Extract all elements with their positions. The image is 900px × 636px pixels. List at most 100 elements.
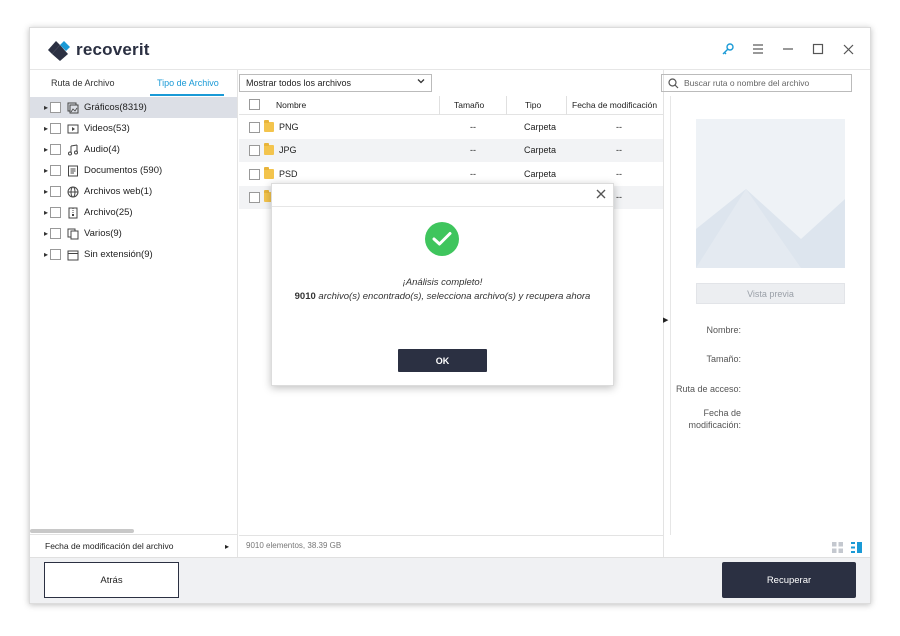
minimize-icon[interactable] [776, 38, 800, 60]
tree-item-label: Varios(9) [84, 228, 122, 239]
tree-item-sin-extension[interactable]: ▸ Sin extensión(9) [30, 244, 237, 265]
column-divider [506, 96, 507, 115]
folder-icon [264, 143, 274, 155]
recover-button[interactable]: Recuperar [722, 562, 856, 598]
back-button[interactable]: Atrás [44, 562, 179, 598]
close-icon[interactable] [596, 187, 606, 202]
chevron-right-icon[interactable]: ▸ [30, 103, 48, 112]
file-type-tree: ▸ Gráficos(8319) ▸ Videos(53) ▸ Audio(4)… [30, 97, 237, 265]
checkbox[interactable] [50, 228, 61, 239]
checkbox[interactable] [50, 165, 61, 176]
table-row[interactable]: JPG -- Carpeta -- [239, 139, 663, 162]
row-size: -- [470, 122, 476, 132]
sidebar-tabs: Ruta de Archivo Tipo de Archivo [30, 70, 238, 96]
row-checkbox[interactable] [249, 122, 260, 133]
tree-item-archivo[interactable]: ▸ Archivo(25) [30, 202, 237, 223]
row-date: -- [616, 122, 622, 132]
column-tipo[interactable]: Tipo [525, 100, 541, 110]
row-date: -- [616, 145, 622, 155]
collapse-arrow-icon[interactable]: ▶ [663, 316, 668, 324]
success-check-icon [425, 222, 459, 256]
tree-item-label: Archivos web(1) [84, 186, 153, 197]
checkbox[interactable] [50, 102, 61, 113]
table-header: Nombre Tamaño Tipo Fecha de modificación [239, 96, 663, 115]
meta-date-label: Fecha de modificación: [688, 408, 741, 430]
tree-item-label: Sin extensión(9) [84, 249, 153, 260]
row-name: JPG [279, 145, 297, 155]
maximize-icon[interactable] [806, 38, 830, 60]
column-tamano[interactable]: Tamaño [454, 100, 484, 110]
sidebar: Ruta de Archivo Tipo de Archivo ▸ Gráfic… [30, 70, 238, 557]
video-icon [67, 123, 79, 135]
preview-placeholder-image [696, 119, 845, 268]
chevron-right-icon[interactable]: ▸ [30, 229, 48, 238]
chevron-right-icon[interactable]: ▸ [30, 250, 48, 259]
archive-icon [67, 207, 79, 219]
select-all-checkbox[interactable] [249, 99, 260, 110]
active-tab-indicator [150, 94, 224, 96]
checkbox[interactable] [50, 186, 61, 197]
chevron-right-icon[interactable]: ▸ [30, 145, 48, 154]
column-divider [566, 96, 567, 115]
table-row[interactable]: PNG -- Carpeta -- [239, 116, 663, 139]
menu-icon[interactable] [746, 38, 770, 60]
row-name: PNG [279, 122, 299, 132]
search-placeholder: Buscar ruta o nombre del archivo [684, 78, 810, 88]
tree-item-label: Audio(4) [84, 144, 120, 155]
item-count: 9010 elementos, 38.39 GB [246, 541, 342, 550]
column-divider [439, 96, 440, 115]
file-filter-value: Mostrar todos los archivos [246, 78, 352, 88]
window-controls [716, 38, 860, 60]
dialog-message-text: archivo(s) encontrado(s), selecciona arc… [318, 291, 591, 302]
title-bar: recoverit [30, 28, 870, 70]
tree-item-graficos[interactable]: ▸ Gráficos(8319) [30, 97, 237, 118]
recoverit-logo-icon [46, 38, 72, 62]
view-mode-toggle [832, 540, 862, 558]
misc-files-icon [67, 228, 79, 240]
chevron-right-icon[interactable]: ▸ [30, 124, 48, 133]
row-size: -- [470, 145, 476, 155]
tree-item-videos[interactable]: ▸ Videos(53) [30, 118, 237, 139]
search-input[interactable]: Buscar ruta o nombre del archivo [661, 74, 852, 92]
preview-button[interactable]: Vista previa [696, 283, 845, 304]
tree-item-label: Documentos (590) [84, 165, 163, 176]
tree-item-documentos[interactable]: ▸ Documentos (590) [30, 160, 237, 181]
found-count: 9010 [294, 291, 316, 302]
preview-panel: ▶ Buscar ruta o nombre del archivo Vista… [661, 70, 870, 558]
sidebar-scrollbar[interactable] [30, 529, 134, 533]
meta-name-label: Nombre: [706, 325, 741, 335]
tree-item-label: Videos(53) [84, 123, 130, 134]
column-nombre[interactable]: Nombre [276, 100, 306, 110]
row-checkbox[interactable] [249, 145, 260, 156]
tree-item-archivos-web[interactable]: ▸ Archivos web(1) [30, 181, 237, 202]
checkbox[interactable] [50, 123, 61, 134]
list-view-icon[interactable] [851, 540, 862, 558]
tree-item-varios[interactable]: ▸ Varios(9) [30, 223, 237, 244]
row-checkbox[interactable] [249, 169, 260, 180]
grid-view-icon[interactable] [832, 540, 843, 558]
checkbox[interactable] [50, 207, 61, 218]
chevron-right-icon[interactable]: ▸ [30, 208, 48, 217]
close-icon[interactable] [836, 38, 860, 60]
column-fecha[interactable]: Fecha de modificación [572, 100, 657, 110]
file-filter-select[interactable]: Mostrar todos los archivos [239, 74, 432, 92]
dialog-message: 9010 archivo(s) encontrado(s), seleccion… [272, 291, 613, 302]
tab-tipo-de-archivo[interactable]: Tipo de Archivo [157, 78, 219, 88]
chevron-right-icon[interactable]: ▸ [30, 187, 48, 196]
checkbox[interactable] [50, 144, 61, 155]
ok-button[interactable]: OK [398, 349, 487, 372]
checkbox[interactable] [50, 249, 61, 260]
key-icon[interactable] [716, 38, 740, 60]
dialog-title: ¡Análisis completo! [402, 277, 483, 288]
date-filter-label: Fecha de modificación del archivo [45, 541, 174, 551]
date-filter-toggle[interactable]: Fecha de modificación del archivo ▸ [30, 534, 237, 557]
chevron-down-icon [417, 77, 425, 87]
chevron-right-icon: ▸ [224, 541, 229, 551]
row-type: Carpeta [524, 169, 557, 179]
row-checkbox[interactable] [249, 192, 260, 203]
tree-item-audio[interactable]: ▸ Audio(4) [30, 139, 237, 160]
tab-ruta-de-archivo[interactable]: Ruta de Archivo [51, 78, 115, 88]
chevron-right-icon[interactable]: ▸ [30, 166, 48, 175]
tree-item-label: Archivo(25) [84, 207, 133, 218]
tree-item-label: Gráficos(8319) [84, 102, 147, 113]
